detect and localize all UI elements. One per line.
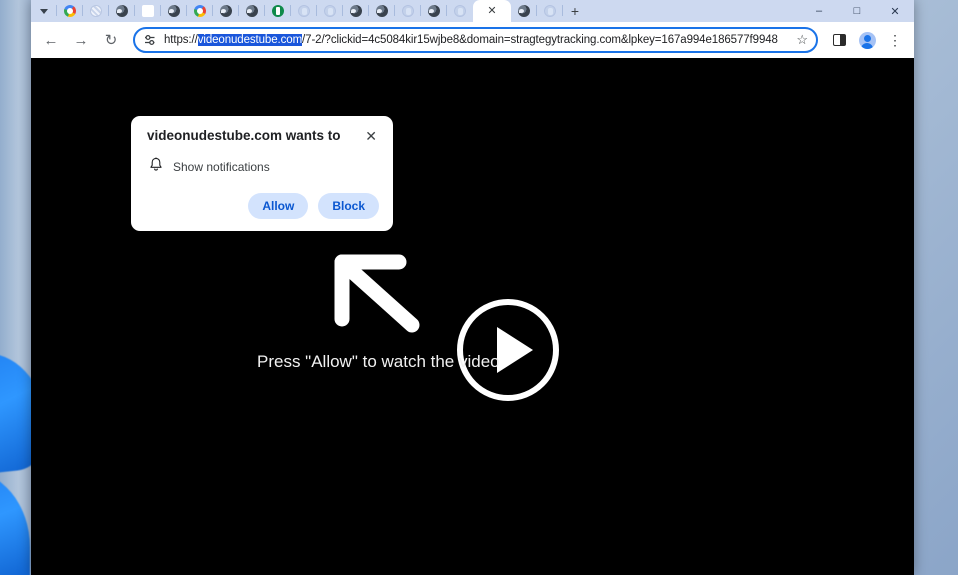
arrow-left-icon: ←: [43, 31, 59, 49]
dark-site-icon: [518, 5, 530, 17]
dark-site-icon: [246, 5, 258, 17]
url-suffix: /7-2/?clickid=4c5084kir15wjbe8&domain=st…: [302, 34, 778, 46]
green-site-icon: [272, 5, 284, 17]
three-dots-icon: ⋮: [888, 32, 902, 48]
tab-item[interactable]: [161, 0, 187, 22]
tune-icon[interactable]: [141, 31, 159, 49]
dialog-actions: Allow Block: [147, 193, 379, 220]
close-window-button[interactable]: ✕: [876, 0, 914, 22]
page-viewport: Press "Allow" to watch the video videonu…: [31, 58, 914, 575]
maximize-icon: □: [853, 5, 861, 17]
faint-site-icon: [544, 5, 556, 17]
back-button[interactable]: ←: [37, 26, 65, 54]
dialog-title: videonudestube.com wants to: [147, 128, 341, 143]
chrome-menu-button[interactable]: ⋮: [882, 27, 908, 53]
tab-item[interactable]: [239, 0, 265, 22]
reload-icon: ↻: [104, 32, 118, 49]
plus-icon: +: [570, 3, 580, 19]
dark-site-icon: [168, 5, 180, 17]
dialog-header: videonudestube.com wants to ✕: [147, 128, 379, 144]
permission-row: Show notifications: [147, 157, 379, 177]
desktop: ✕ + – □ ✕ ← → ↻ https://videonudestube.c…: [0, 0, 958, 575]
close-icon: ✕: [890, 5, 900, 18]
arrow-right-icon: →: [73, 31, 89, 49]
allow-button[interactable]: Allow: [248, 193, 309, 220]
window-controls: – □ ✕: [800, 0, 914, 22]
minimize-button[interactable]: –: [800, 0, 838, 22]
striped-site-icon: [90, 5, 102, 17]
blank-page-icon: [142, 5, 154, 17]
tab-item-active[interactable]: ✕: [473, 0, 511, 22]
url-text[interactable]: https://videonudestube.com/7-2/?clickid=…: [164, 34, 792, 46]
maximize-button[interactable]: □: [838, 0, 876, 22]
faint-site-icon: [402, 5, 414, 17]
tab-list: [31, 0, 473, 22]
reload-button[interactable]: ↻: [97, 26, 125, 54]
tab-item[interactable]: [213, 0, 239, 22]
tab-item[interactable]: [447, 0, 473, 22]
tab-item[interactable]: [343, 0, 369, 22]
side-panel-icon: [832, 34, 846, 46]
tab-item[interactable]: [511, 0, 537, 22]
faint-site-icon: [324, 5, 336, 17]
block-button[interactable]: Block: [318, 193, 379, 220]
tab-item[interactable]: [187, 0, 213, 22]
dark-site-icon: [376, 5, 388, 17]
profile-button[interactable]: [854, 27, 880, 53]
google-icon: [64, 5, 76, 17]
tab-item[interactable]: [291, 0, 317, 22]
browser-window: ✕ + – □ ✕ ← → ↻ https://videonudestube.c…: [31, 0, 914, 575]
tab-strip: ✕ + – □ ✕: [31, 0, 914, 22]
tab-item[interactable]: [265, 0, 291, 22]
close-icon[interactable]: ✕: [363, 129, 379, 143]
page-instruction-text: Press "Allow" to watch the video: [257, 352, 500, 371]
new-tab-button[interactable]: +: [563, 0, 587, 22]
arrow-up-left-icon: [328, 245, 423, 338]
dark-site-icon: [116, 5, 128, 17]
tab-item[interactable]: [421, 0, 447, 22]
chevron-down-icon: [40, 8, 48, 14]
browser-toolbar: ← → ↻ https://videonudestube.com/7-2/?cl…: [31, 22, 914, 58]
bookmark-star-icon[interactable]: ☆: [796, 32, 808, 48]
address-bar[interactable]: https://videonudestube.com/7-2/?clickid=…: [133, 27, 818, 53]
forward-button[interactable]: →: [67, 26, 95, 54]
tab-item[interactable]: [317, 0, 343, 22]
google-icon: [194, 5, 206, 17]
dark-site-icon: [350, 5, 362, 17]
tab-item[interactable]: [369, 0, 395, 22]
faint-site-icon: [454, 5, 466, 17]
profile-avatar-icon: [858, 31, 876, 49]
dark-site-icon: [220, 5, 232, 17]
bell-icon: [149, 157, 163, 177]
side-panel-button[interactable]: [826, 27, 852, 53]
url-prefix: https://: [164, 34, 198, 46]
tab-item[interactable]: [57, 0, 83, 22]
url-selected-host: videonudestube.com: [197, 34, 303, 46]
dark-site-icon: [428, 5, 440, 17]
tab-item[interactable]: [109, 0, 135, 22]
tab-item[interactable]: [31, 0, 57, 22]
minimize-icon: –: [815, 5, 823, 17]
tab-item[interactable]: [83, 0, 109, 22]
tab-item[interactable]: [537, 0, 563, 22]
permission-label: Show notifications: [173, 160, 270, 175]
tab-item[interactable]: [135, 0, 161, 22]
close-icon[interactable]: ✕: [487, 5, 496, 17]
tab-item[interactable]: [395, 0, 421, 22]
notification-permission-dialog: videonudestube.com wants to ✕ Show notif…: [131, 116, 393, 232]
faint-site-icon: [298, 5, 310, 17]
